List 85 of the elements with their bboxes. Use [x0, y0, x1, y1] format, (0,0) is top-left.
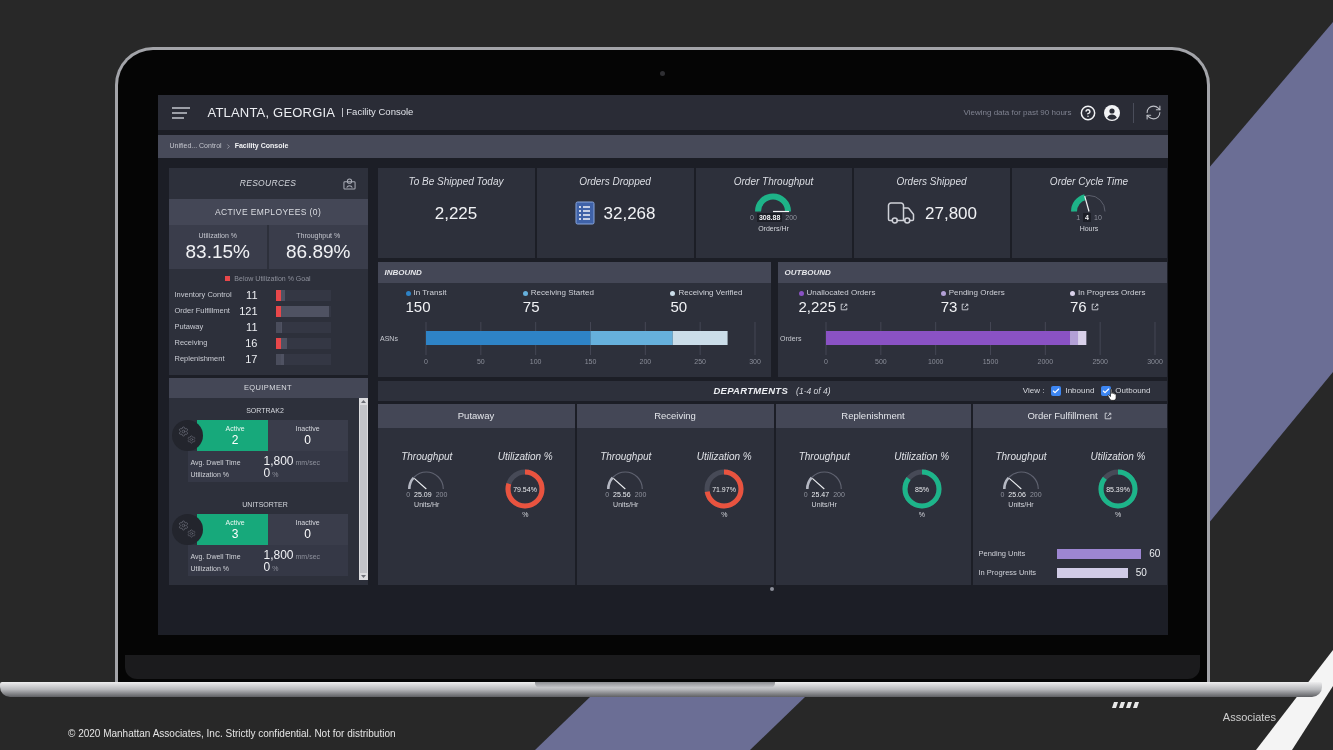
legend-label: Receiving Verified — [678, 288, 743, 298]
external-link-icon[interactable] — [840, 303, 849, 311]
check-icon — [1102, 387, 1111, 395]
legend-label: In Transit — [413, 288, 447, 298]
legend-swatch-icon — [225, 275, 231, 281]
metric-title: Throughput — [798, 451, 850, 463]
logo-mark-icon — [1112, 702, 1140, 708]
metric-title: Utilization % — [894, 451, 950, 463]
legend-value: 75 — [522, 298, 540, 316]
kpi-title: To Be Shipped Today — [408, 175, 504, 189]
kpi-value: 2,225 — [434, 204, 478, 222]
department-name: Replenishment — [841, 408, 905, 423]
resource-count: 11 — [245, 289, 258, 301]
section-title: DEPARTMENTS — [713, 383, 789, 398]
legend-label: Pending Orders — [948, 288, 1005, 298]
kpi-title: Order Throughput — [733, 175, 814, 189]
metric-title: Utilization % — [696, 451, 752, 463]
metric-title: Throughput — [600, 451, 652, 463]
external-link-icon[interactable] — [961, 303, 970, 311]
view-checkbox[interactable] — [1051, 386, 1062, 396]
kpi-value: 27,800 — [925, 204, 977, 222]
menu-icon[interactable] — [171, 106, 190, 119]
scroll-up-icon[interactable] — [360, 400, 366, 403]
legend-value: 150 — [405, 298, 431, 316]
check-icon — [1052, 387, 1061, 395]
metric-title: Utilization % — [497, 451, 553, 463]
list-document-icon — [574, 201, 595, 225]
legend-value: 76 — [1069, 298, 1087, 316]
department-name: Order Fulfillment — [1027, 408, 1098, 423]
resource-count: 121 — [238, 305, 258, 317]
legend-value: 50 — [670, 298, 688, 316]
metric-value: 86.89% — [286, 241, 351, 263]
metric-title: Utilization % — [1090, 451, 1146, 463]
metric-title: Throughput — [401, 451, 453, 463]
refresh-icon[interactable] — [1144, 104, 1162, 121]
legend-value: 2,225 — [798, 298, 837, 316]
legend-value: 73 — [940, 298, 958, 316]
panel-title: INBOUND — [377, 262, 771, 283]
page-subtitle: | Facility Console — [341, 105, 414, 120]
active-employees-header: ACTIVE EMPLOYEES (0) — [168, 199, 368, 225]
external-link-icon[interactable] — [1103, 412, 1112, 420]
kpi-title: Orders Shipped — [896, 175, 967, 189]
legend-label: Unallocated Orders — [806, 288, 876, 298]
kpi-value: 32,268 — [603, 204, 656, 222]
legend-label: Receiving Started — [530, 288, 594, 298]
checkbox-label[interactable]: Inbound — [1065, 385, 1095, 397]
legend-label: In Progress Orders — [1077, 288, 1146, 298]
gears-icon — [171, 514, 203, 545]
resource-count: 11 — [245, 321, 258, 333]
view-label: View : — [1022, 385, 1045, 397]
camera-icon — [660, 71, 665, 76]
section-range: (1-4 of 4) — [796, 384, 831, 398]
resource-count: 16 — [244, 337, 258, 349]
scroll-down-icon[interactable] — [360, 575, 366, 578]
metric-title: Throughput — [995, 451, 1047, 463]
chevron-icon — [224, 143, 232, 150]
status-count: 3 — [231, 527, 239, 541]
status-count: 0 — [304, 527, 311, 541]
checkbox-label[interactable]: Outbound — [1115, 385, 1151, 397]
resource-count: 17 — [244, 353, 258, 365]
detail-value: 1,800 — [263, 454, 294, 467]
person-card-icon[interactable] — [342, 177, 356, 190]
kpi-title: Order Cycle Time — [1049, 175, 1129, 189]
help-icon[interactable] — [1079, 104, 1096, 121]
units-value: 50 — [1135, 567, 1147, 578]
kpi-title: Orders Dropped — [579, 175, 651, 189]
data-window-note: Viewing data for past 90 hours — [963, 106, 1072, 119]
status-count: 0 — [304, 433, 311, 447]
panel-title: OUTBOUND — [777, 262, 1167, 283]
user-icon[interactable] — [1103, 104, 1120, 121]
facility-title: ATLANTA, GEORGIA — [207, 103, 336, 122]
copyright-notice: © 2020 Manhattan Associates, Inc. Strictly confidential. Not for distribution — [68, 728, 396, 740]
department-name: Receiving — [654, 408, 696, 423]
detail-value: 0 — [263, 560, 271, 573]
external-link-icon[interactable] — [1090, 303, 1099, 311]
logo-text: Associates — [1222, 711, 1276, 723]
department-name: Putaway — [457, 408, 495, 423]
status-count: 2 — [231, 433, 239, 447]
units-value: 60 — [1149, 548, 1161, 559]
gears-icon — [171, 420, 203, 451]
detail-value: 0 — [263, 466, 271, 479]
detail-value: 1,800 — [263, 548, 294, 561]
metric-value: 83.15% — [185, 241, 250, 263]
panel-title: RESOURCES — [239, 177, 297, 190]
scrollbar[interactable] — [358, 398, 368, 580]
